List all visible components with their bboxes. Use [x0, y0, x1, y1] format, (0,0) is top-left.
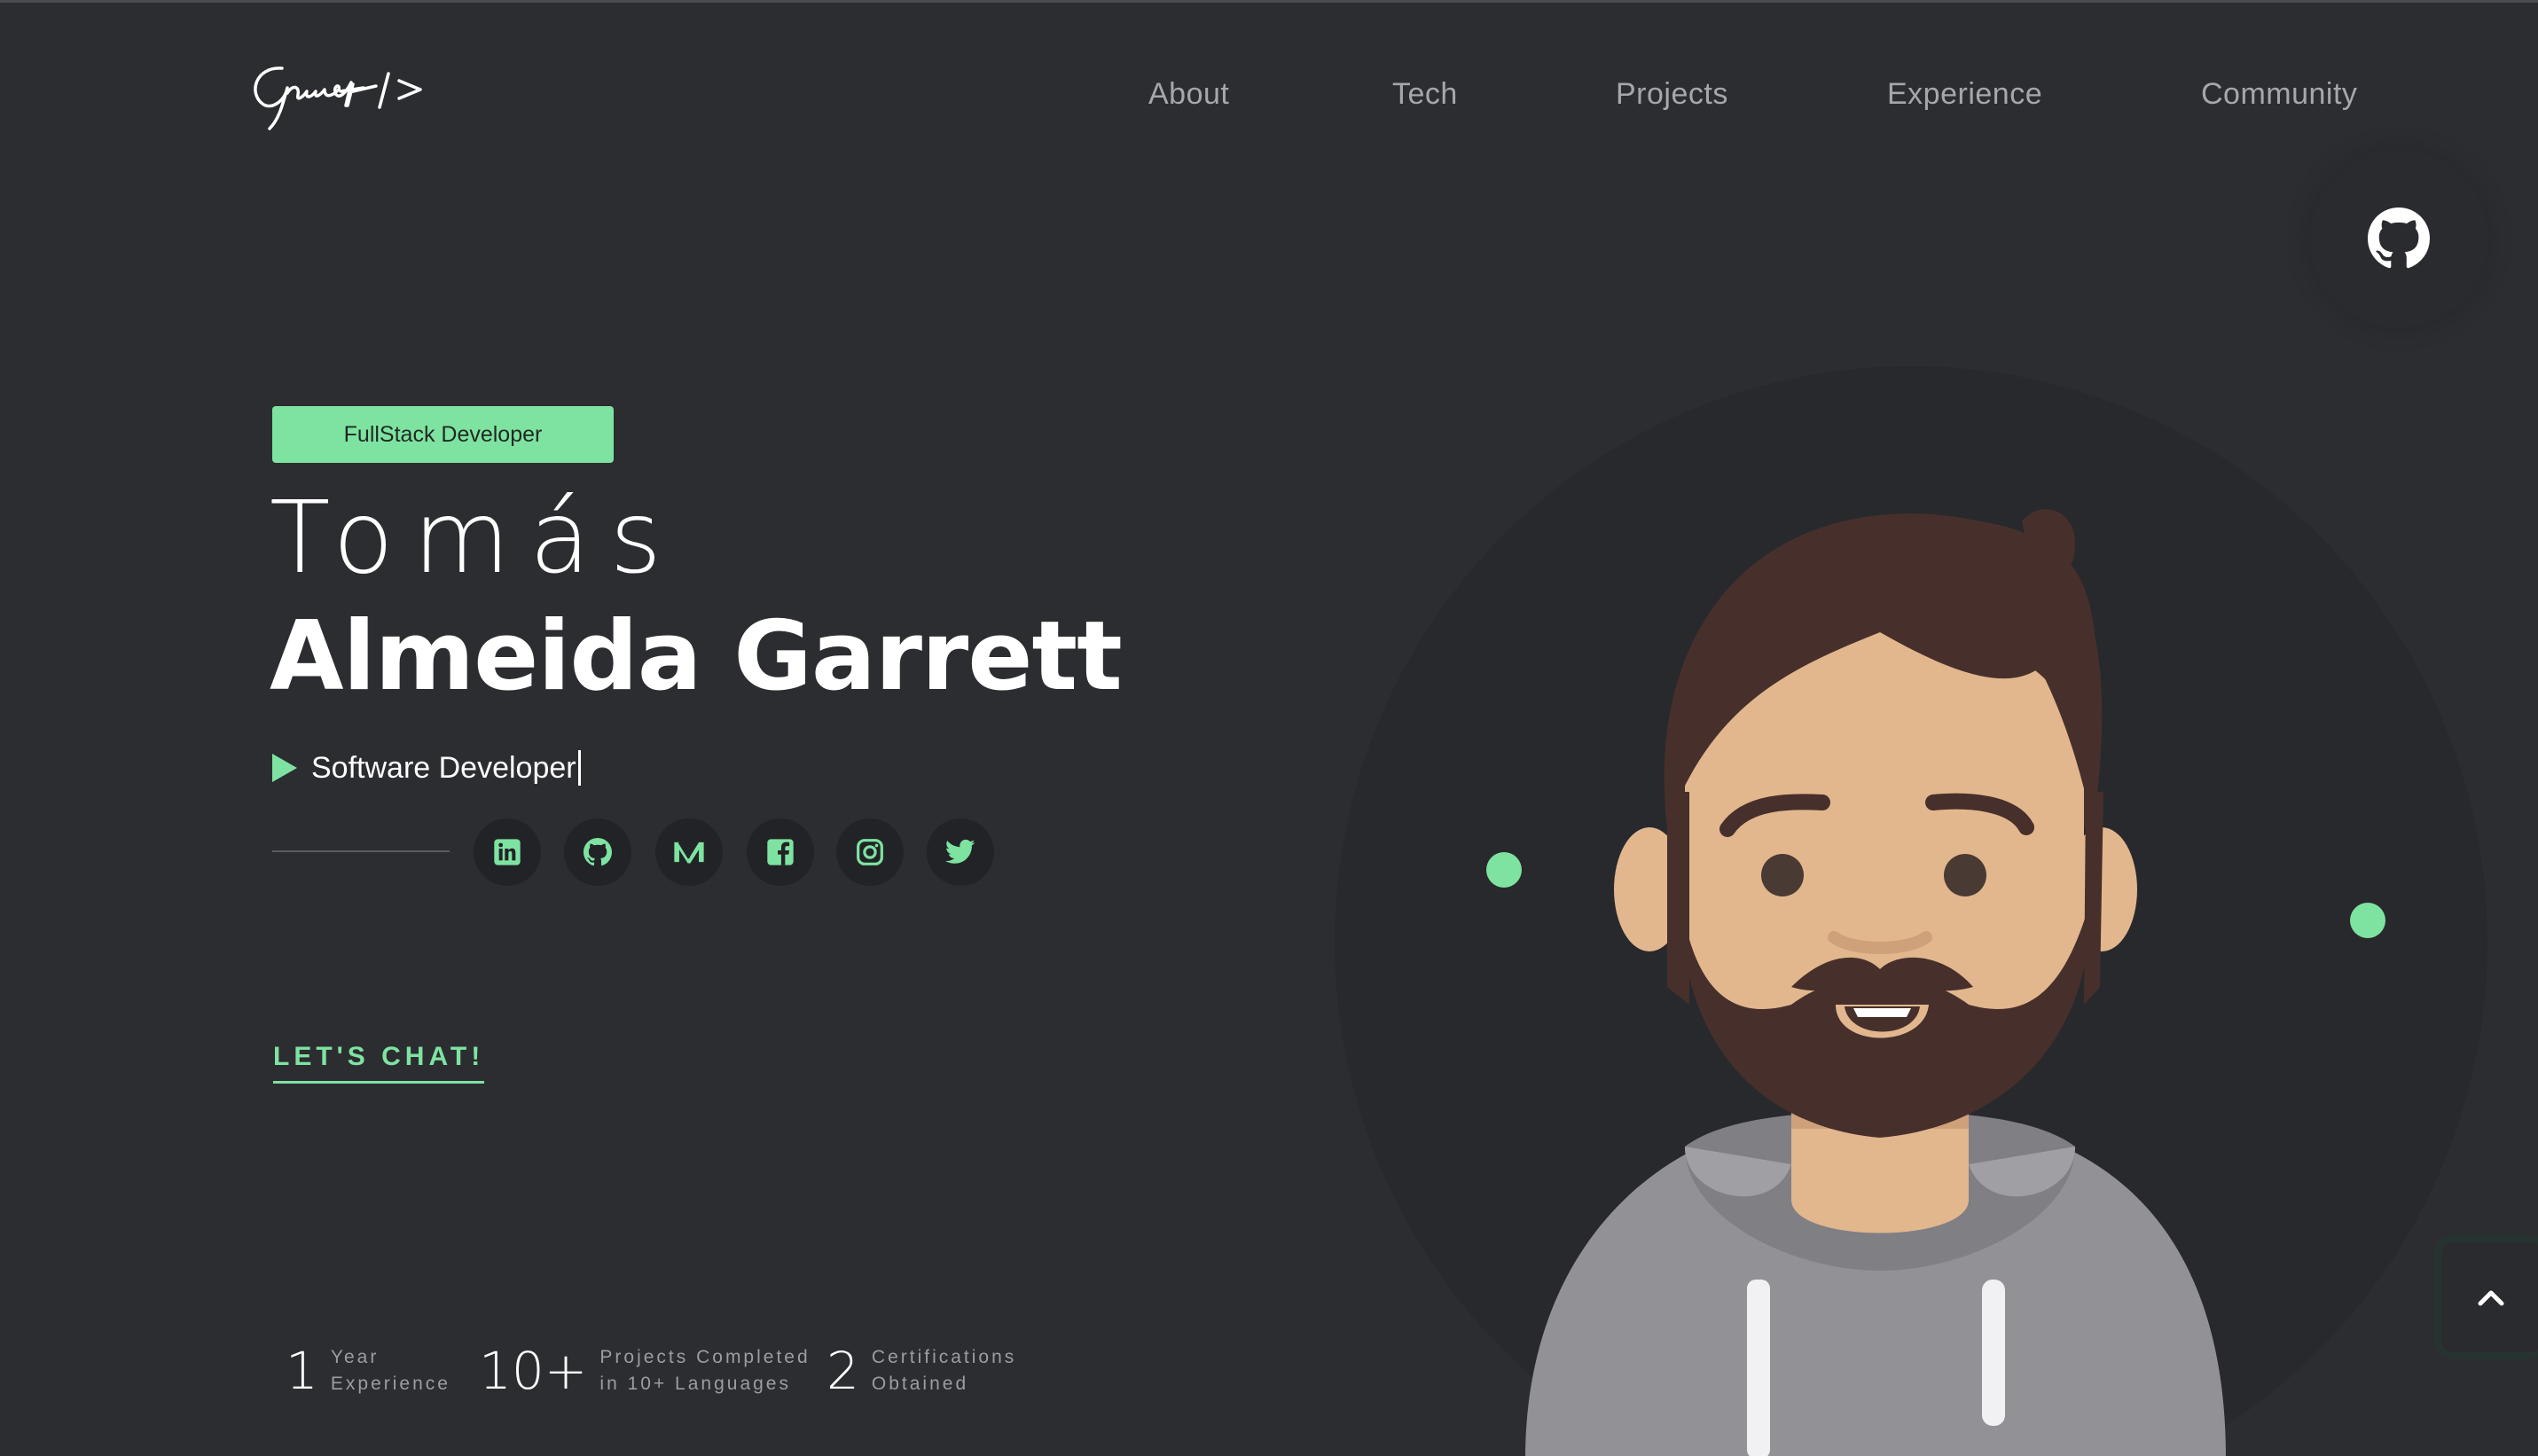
- stat-label: Projects Completed in 10+ Languages: [599, 1344, 810, 1397]
- github-social-button[interactable]: [564, 818, 631, 886]
- main-nav: About Tech Projects Experience Community: [0, 77, 2538, 121]
- twitter-button[interactable]: [927, 818, 994, 886]
- scroll-to-top-button[interactable]: [2434, 1235, 2538, 1359]
- lets-chat-link[interactable]: LET'S CHAT!: [273, 1042, 485, 1084]
- stat-experience: 1 Year Experience: [286, 1340, 450, 1402]
- role-text: Software Developer: [311, 750, 576, 785]
- stat-label-line1: Projects Completed: [599, 1347, 811, 1367]
- nav-tech[interactable]: Tech: [1392, 77, 1458, 112]
- orbit-dot: [2350, 903, 2385, 938]
- eye-right: [1944, 854, 1986, 896]
- drawstring-left: [1747, 1280, 1770, 1456]
- github-icon: [584, 838, 612, 866]
- instagram-icon: [857, 839, 883, 865]
- social-divider: [272, 850, 450, 852]
- last-name: Almeida Garrett: [270, 601, 1123, 712]
- linkedin-button[interactable]: [474, 818, 541, 886]
- orbit-dot: [1486, 852, 1522, 888]
- stat-label-line2: Obtained: [871, 1374, 969, 1394]
- stat-number: 2: [826, 1341, 859, 1401]
- stat-label-line2: in 10+ Languages: [599, 1374, 791, 1394]
- avatar-illustration: [1335, 366, 2487, 1456]
- stat-label: Certifications Obtained: [872, 1344, 1016, 1397]
- stat-number: 10+: [479, 1341, 588, 1401]
- nav-projects[interactable]: Projects: [1616, 77, 1728, 112]
- page: About Tech Projects Experience Community…: [0, 0, 2538, 1456]
- drawstring-right: [1982, 1280, 2005, 1426]
- nav-experience[interactable]: Experience: [1887, 77, 2042, 112]
- first-name-text: Tomás: [270, 481, 681, 596]
- instagram-button[interactable]: [836, 818, 904, 886]
- stat-certifications: 2 Certifications Obtained: [826, 1340, 1016, 1402]
- role-badge: FullStack Developer: [272, 406, 614, 463]
- facebook-icon: [767, 839, 794, 865]
- stat-label: Year Experience: [331, 1344, 450, 1397]
- github-link-button[interactable]: [2310, 150, 2487, 327]
- stat-label-line2: Experience: [330, 1374, 450, 1394]
- github-icon: [2368, 207, 2430, 269]
- twitter-icon: [945, 839, 975, 864]
- stat-label-line1: Year: [330, 1347, 380, 1367]
- play-icon: [272, 754, 297, 782]
- stat-label-line1: Certifications: [871, 1347, 1017, 1367]
- stat-number: 1: [286, 1341, 318, 1401]
- medium-button[interactable]: [655, 818, 723, 886]
- nav-community[interactable]: Community: [2201, 77, 2357, 112]
- facebook-button[interactable]: [747, 818, 814, 886]
- eye-left: [1761, 854, 1804, 896]
- role-typewriter: Software Developer: [272, 746, 581, 790]
- stat-projects: 10+ Projects Completed in 10+ Languages: [479, 1340, 811, 1402]
- medium-icon: [674, 842, 704, 864]
- linkedin-icon: [494, 839, 521, 865]
- first-name: Tomás: [270, 489, 681, 588]
- text-cursor: [577, 750, 581, 786]
- nav-about[interactable]: About: [1148, 77, 1229, 112]
- chevron-up-icon: [2478, 1290, 2504, 1306]
